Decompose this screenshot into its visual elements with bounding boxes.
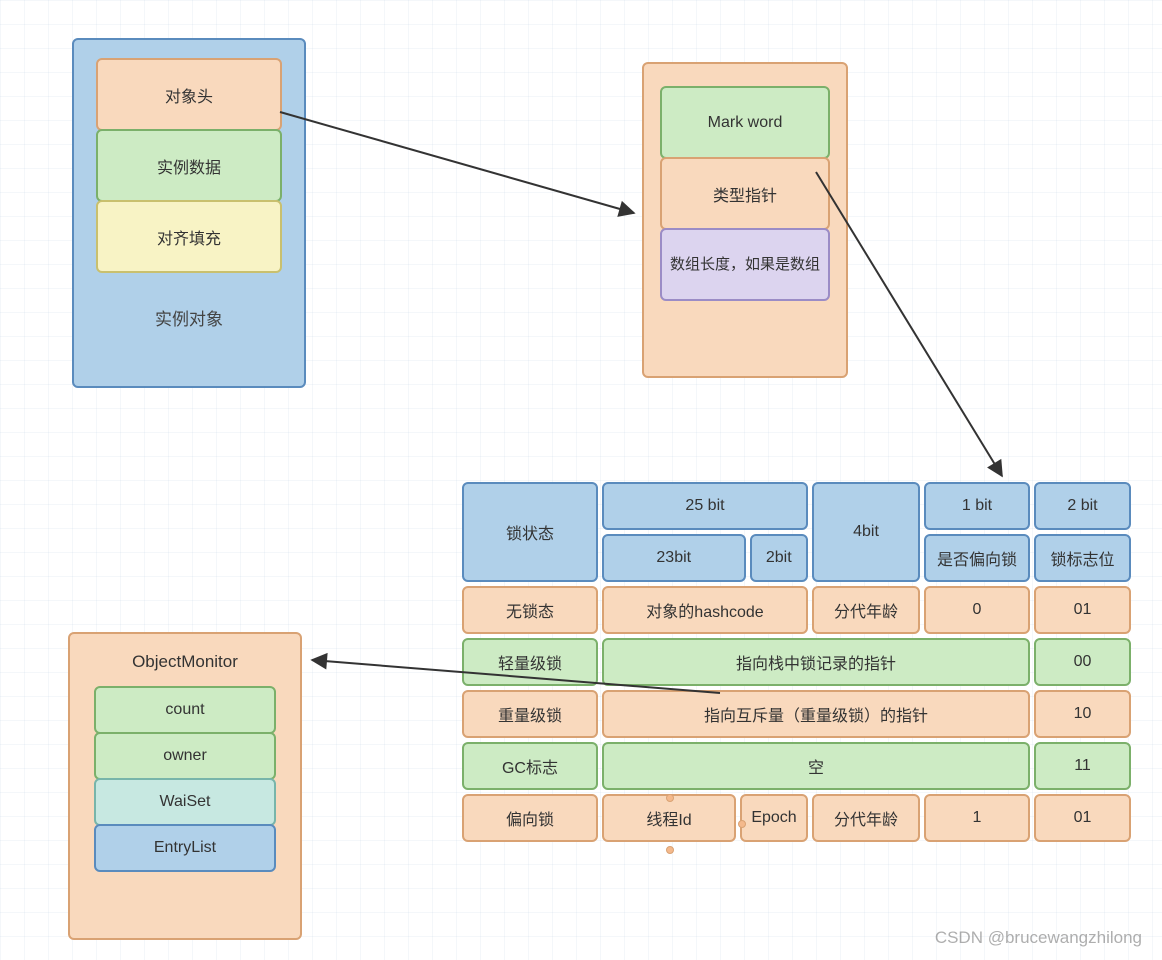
row-desc: 指向栈中锁记录的指针: [602, 638, 1030, 686]
monitor-owner: owner: [94, 732, 276, 780]
row-age: 分代年龄: [812, 794, 920, 842]
head-2bit: 2bit: [750, 534, 809, 582]
head-biasflag: 是否偏向锁: [924, 534, 1030, 582]
instance-label: 实例对象: [155, 305, 223, 330]
instance-header: 对象头: [96, 58, 282, 131]
row-flag: 00: [1034, 638, 1131, 686]
instance-data: 实例数据: [96, 129, 282, 202]
markword-table: 锁状态 25 bit 23bit 2bit 4bit 1 bit 是否偏向锁 2…: [462, 482, 1135, 846]
table-row: 偏向锁 线程Id Epoch 分代年龄 1 01: [462, 794, 1135, 842]
row-desc: 对象的hashcode: [602, 586, 808, 634]
table-row: 无锁态 对象的hashcode 分代年龄 0 01: [462, 586, 1135, 634]
connector-dot-icon: [738, 820, 746, 828]
table-row: 重量级锁 指向互斥量（重量级锁）的指针 10: [462, 690, 1135, 738]
instance-object: 对象头 实例数据 对齐填充 实例对象: [72, 38, 306, 388]
row-flag: 11: [1034, 742, 1131, 790]
head-4bit: 4bit: [812, 482, 920, 582]
row-name: 轻量级锁: [462, 638, 598, 686]
head-lockflag: 锁标志位: [1034, 534, 1131, 582]
watermark: CSDN @brucewangzhilong: [935, 928, 1142, 948]
monitor-title: ObjectMonitor: [70, 652, 300, 672]
mark-word: Mark word: [660, 86, 830, 159]
connector-dot-icon: [666, 846, 674, 854]
head-25bit: 25 bit: [602, 482, 808, 530]
row-bias: 1: [924, 794, 1030, 842]
row-flag: 01: [1034, 794, 1131, 842]
instance-padding: 对齐填充: [96, 200, 282, 273]
object-monitor: ObjectMonitor count owner WaiSet EntryLi…: [68, 632, 302, 940]
monitor-waitset: WaiSet: [94, 778, 276, 826]
monitor-count: count: [94, 686, 276, 734]
row-flag: 01: [1034, 586, 1131, 634]
object-header: Mark word 类型指针 数组长度，如果是数组: [642, 62, 848, 378]
row-name: 重量级锁: [462, 690, 598, 738]
connector-dot-icon: [666, 794, 674, 802]
klass-ptr: 类型指针: [660, 157, 830, 230]
monitor-entrylist: EntryList: [94, 824, 276, 872]
head-1bit: 1 bit: [924, 482, 1030, 530]
table-head: 锁状态 25 bit 23bit 2bit 4bit 1 bit 是否偏向锁 2…: [462, 482, 1135, 582]
array-length: 数组长度，如果是数组: [660, 228, 830, 301]
row-name: GC标志: [462, 742, 598, 790]
head-23bit: 23bit: [602, 534, 746, 582]
table-row: GC标志 空 11: [462, 742, 1135, 790]
row-name: 偏向锁: [462, 794, 598, 842]
row-bias: 0: [924, 586, 1030, 634]
row-age: 分代年龄: [812, 586, 920, 634]
row-desc: 指向互斥量（重量级锁）的指针: [602, 690, 1030, 738]
row-name: 无锁态: [462, 586, 598, 634]
head-2bit-flag: 2 bit: [1034, 482, 1131, 530]
row-epoch: Epoch: [740, 794, 808, 842]
table-row: 轻量级锁 指向栈中锁记录的指针 00: [462, 638, 1135, 686]
row-desc: 空: [602, 742, 1030, 790]
head-state: 锁状态: [462, 482, 598, 582]
row-flag: 10: [1034, 690, 1131, 738]
